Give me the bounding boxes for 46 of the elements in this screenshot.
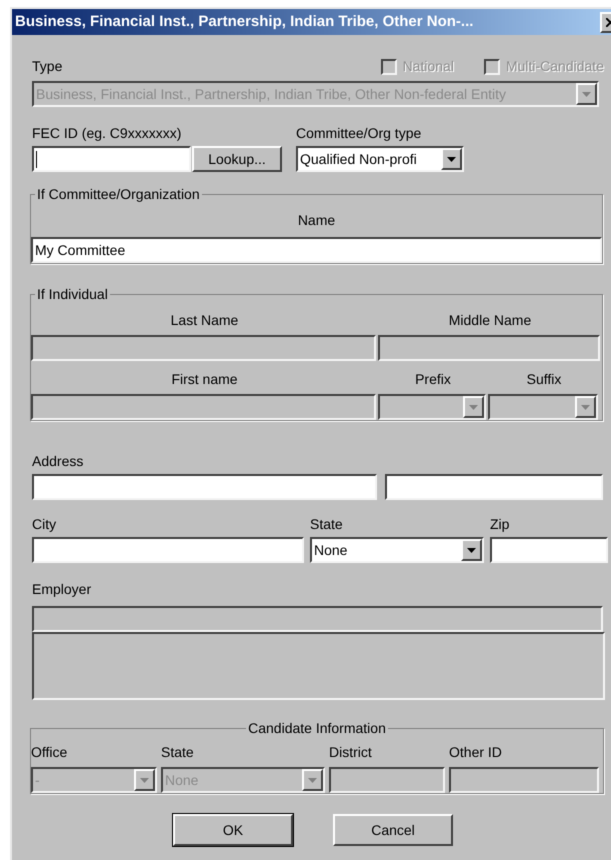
caret-down-icon: [581, 404, 590, 410]
dropdown-arrow-button[interactable]: [461, 539, 482, 561]
column-label: State: [161, 744, 194, 760]
field-label: State: [310, 515, 344, 534]
text-caret: [36, 150, 37, 168]
column-label: Middle Name: [448, 311, 532, 330]
column-label: Suffix: [526, 370, 562, 389]
group-title: If Committee/Organization: [36, 186, 201, 202]
text-field[interactable]: [32, 537, 304, 563]
dropdown-value: -: [35, 772, 40, 788]
address-label: Address: [32, 452, 84, 471]
name-label: Name: [298, 211, 336, 230]
caret-down-icon: [447, 156, 456, 162]
caret-down-icon: [467, 548, 476, 552]
column-label: Last Name: [170, 311, 238, 330]
address-field[interactable]: [385, 474, 603, 500]
type-label: Type: [32, 57, 64, 76]
caret-down-icon: [308, 778, 317, 782]
dropdown-value: None: [314, 542, 348, 558]
column-label: Other ID: [449, 744, 502, 760]
dialog-button[interactable]: OK: [173, 814, 293, 846]
field-label: Zip: [490, 515, 510, 534]
caret-down-icon: [140, 778, 149, 782]
column-label: Office: [31, 744, 68, 760]
text-field[interactable]: [490, 537, 608, 563]
dropdown-value: Qualified Non-profi: [300, 151, 417, 167]
dropdown-arrow-button[interactable]: [441, 148, 462, 170]
field-label: City: [32, 515, 58, 534]
window-title: Business, Financial Inst., Partnership, Indian Tribe, Other Non-...: [15, 12, 474, 32]
org-type-dropdown[interactable]: Qualified Non-profi: [296, 146, 464, 172]
name-field[interactable]: My Committee: [31, 237, 602, 263]
group-title: If Individual: [36, 286, 109, 302]
column-label: First name: [171, 370, 238, 389]
state-dropdown[interactable]: None: [310, 537, 484, 563]
employer-label: Employer: [32, 580, 92, 599]
caret-down-icon: [469, 404, 478, 410]
org-type-label: Committee/Org type: [296, 124, 422, 143]
address-field[interactable]: [32, 474, 377, 500]
fec-id-label: FEC ID (eg. C9xxxxxxx): [32, 124, 182, 143]
column-label: Prefix: [415, 370, 451, 389]
fec-id-field[interactable]: [32, 146, 191, 172]
group-title: Candidate Information: [247, 720, 387, 736]
dialog-button[interactable]: Cancel: [333, 814, 453, 846]
lookup-button[interactable]: Lookup...: [192, 146, 282, 172]
caret-down-icon: [582, 92, 591, 96]
column-label: District: [329, 744, 372, 760]
